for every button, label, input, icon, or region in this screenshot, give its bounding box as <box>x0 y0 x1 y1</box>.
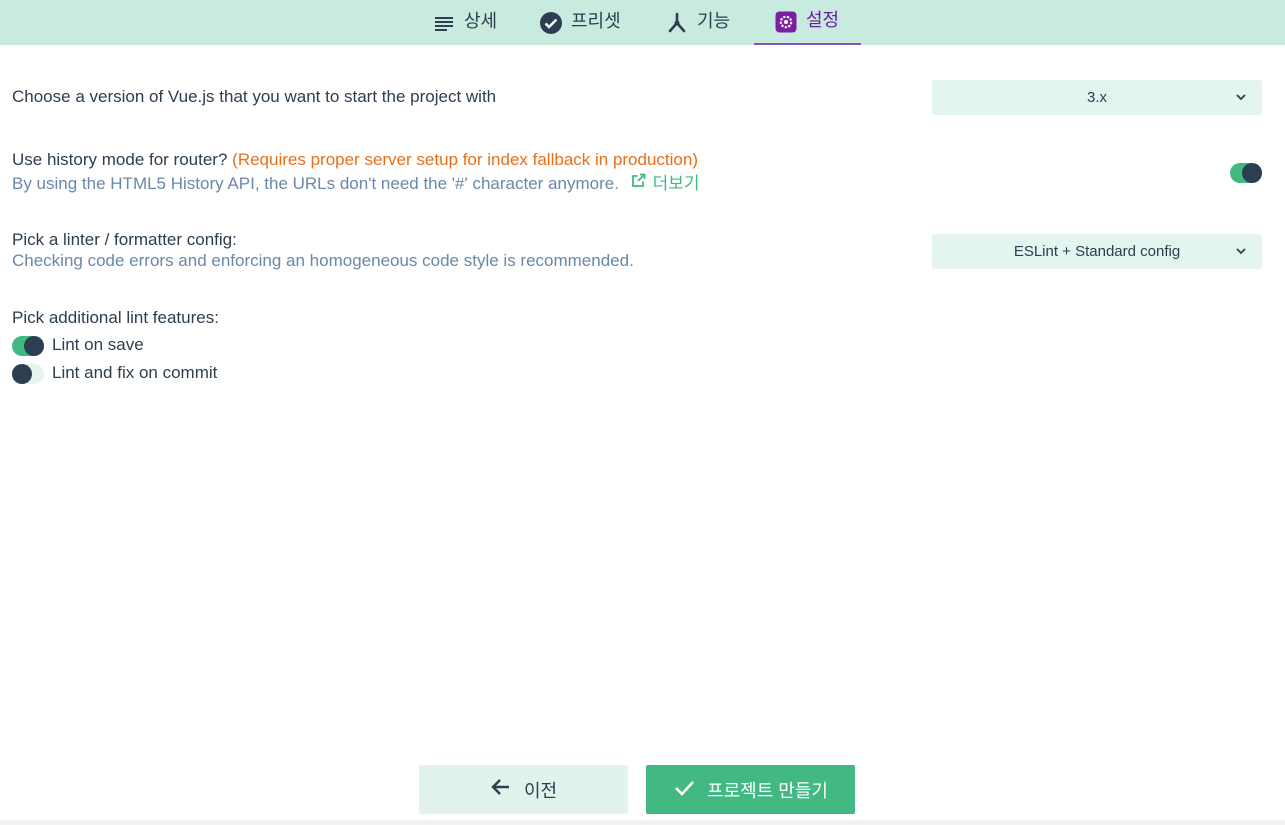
chevron-down-icon <box>1234 90 1248 104</box>
vue-version-setting: Choose a version of Vue.js that you want… <box>12 85 496 109</box>
check-icon <box>673 776 695 803</box>
lint-on-save-label: Lint on save <box>52 335 144 354</box>
more-info-label: 더보기 <box>652 174 700 193</box>
history-mode-setting: Use history mode for router? (Requires p… <box>12 148 700 196</box>
create-project-button[interactable]: 프로젝트 만들기 <box>646 765 855 814</box>
history-mode-description-line: By using the HTML5 History API, the URLs… <box>12 172 700 196</box>
previous-button-label: 이전 <box>523 780 558 801</box>
previous-button[interactable]: 이전 <box>419 765 628 814</box>
history-mode-toggle[interactable] <box>1230 163 1262 183</box>
toggle-knob <box>24 336 44 356</box>
history-mode-title-line: Use history mode for router? (Requires p… <box>12 148 700 172</box>
external-link-icon <box>630 172 647 196</box>
tab-features-label: 기능 <box>697 10 731 31</box>
vue-version-select[interactable]: 3.x <box>932 80 1262 115</box>
linter-value: ESLint + Standard config <box>1013 243 1181 260</box>
tab-presets-label: 프리셋 <box>571 10 621 31</box>
tab-settings-label: 설정 <box>806 9 840 30</box>
lint-on-save-toggle[interactable] <box>12 336 44 356</box>
vue-version-value: 3.x <box>1086 89 1107 106</box>
vue-version-title: Choose a version of Vue.js that you want… <box>12 87 497 106</box>
tab-details-label: 상세 <box>464 10 498 31</box>
tab-features[interactable]: 기능 <box>645 0 750 45</box>
bottom-divider <box>0 820 1285 825</box>
tab-details[interactable]: 상세 <box>412 0 517 45</box>
tab-settings[interactable]: 설정 <box>754 0 861 45</box>
toggle-knob <box>12 364 32 384</box>
list-icon <box>432 11 456 35</box>
lint-features-setting: Pick additional lint features: <box>12 306 219 330</box>
create-project-button-label: 프로젝트 만들기 <box>707 780 828 801</box>
arrow-left-icon <box>490 776 512 803</box>
toggle-knob <box>1242 163 1262 183</box>
lint-features-title: Pick additional lint features: <box>12 308 219 327</box>
lint-fix-on-commit-toggle[interactable] <box>12 364 44 384</box>
history-mode-title: Use history mode for router? <box>12 150 228 169</box>
tab-presets[interactable]: 프리셋 <box>519 0 641 45</box>
linter-description: Checking code errors and enforcing an ho… <box>12 251 634 270</box>
fork-icon <box>665 11 689 35</box>
top-tab-bar: 상세 프리셋 기능 설정 <box>0 0 1285 45</box>
gear-icon <box>774 10 798 34</box>
check-circle-icon <box>539 11 563 35</box>
chevron-down-icon <box>1234 244 1248 258</box>
history-mode-warning: (Requires proper server setup for index … <box>232 150 698 169</box>
history-mode-description: By using the HTML5 History API, the URLs… <box>12 174 619 193</box>
linter-setting: Pick a linter / formatter config: Checki… <box>12 228 634 273</box>
more-info-link[interactable]: 더보기 <box>630 172 700 196</box>
linter-select[interactable]: ESLint + Standard config <box>932 234 1262 269</box>
lint-fix-on-commit-label: Lint and fix on commit <box>52 363 218 382</box>
